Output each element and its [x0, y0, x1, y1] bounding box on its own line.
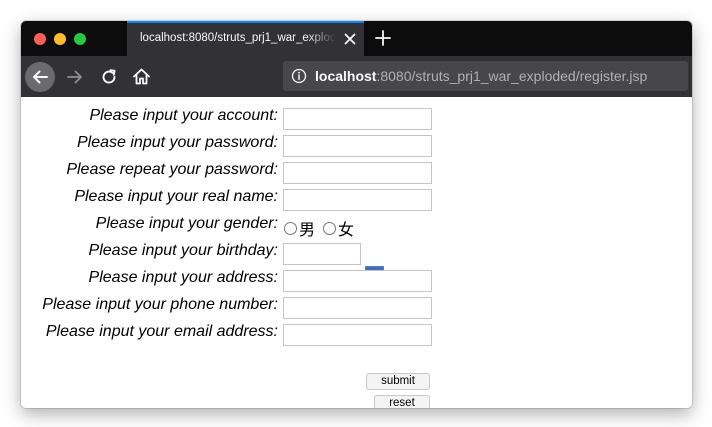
- address-label: Please input your address:: [88, 269, 278, 286]
- back-button[interactable]: [25, 62, 55, 92]
- home-icon[interactable]: [131, 66, 152, 87]
- minimize-window-button[interactable]: [54, 33, 66, 45]
- forward-arrow-icon[interactable]: [65, 67, 85, 87]
- close-icon[interactable]: [342, 31, 358, 47]
- page-content: Please input your account: Please input …: [21, 97, 692, 408]
- browser-window: localhost:8080/struts_prj1_war_exploded/…: [21, 21, 692, 408]
- submit-button[interactable]: submit: [366, 373, 430, 390]
- phone-input[interactable]: [283, 297, 432, 319]
- close-window-button[interactable]: [34, 33, 46, 45]
- url-host: localhost: [315, 68, 377, 84]
- birthday-label: Please input your birthday:: [88, 242, 278, 259]
- plus-icon[interactable]: [374, 29, 392, 47]
- repeat-password-input[interactable]: [283, 162, 432, 184]
- back-arrow-icon: [33, 70, 48, 84]
- phone-label: Please input your phone number:: [42, 296, 278, 313]
- url-text: localhost:8080/struts_prj1_war_exploded/…: [315, 68, 647, 84]
- url-bar[interactable]: localhost:8080/struts_prj1_war_exploded/…: [283, 61, 688, 91]
- reset-button[interactable]: reset: [374, 395, 430, 408]
- tab-title: localhost:8080/struts_prj1_war_exploded/…: [140, 32, 336, 44]
- repeat-password-label: Please repeat your password:: [66, 161, 278, 178]
- account-input[interactable]: [283, 108, 432, 130]
- zoom-window-button[interactable]: [74, 33, 86, 45]
- birthday-input[interactable]: [283, 243, 361, 265]
- email-label: Please input your email address:: [45, 323, 278, 340]
- url-path: :8080/struts_prj1_war_exploded/register.…: [376, 68, 648, 84]
- address-input[interactable]: [283, 270, 432, 292]
- tab-bar: localhost:8080/struts_prj1_war_exploded/…: [21, 21, 692, 56]
- real-name-label: Please input your real name:: [74, 188, 278, 205]
- password-label: Please input your password:: [77, 134, 278, 151]
- account-label: Please input your account:: [89, 107, 278, 124]
- email-input[interactable]: [283, 324, 432, 346]
- navigation-toolbar: localhost:8080/struts_prj1_war_exploded/…: [21, 56, 692, 97]
- reload-icon[interactable]: [99, 67, 119, 87]
- info-icon[interactable]: [291, 68, 307, 84]
- gender-radio-group: 男 女: [284, 217, 362, 239]
- real-name-input[interactable]: [283, 189, 432, 211]
- gender-female-label: 女: [338, 222, 355, 239]
- gender-label: Please input your gender:: [95, 215, 278, 232]
- gender-male-label: 男: [299, 222, 316, 239]
- gender-female-radio[interactable]: [323, 221, 337, 235]
- gender-male-radio[interactable]: [284, 221, 297, 235]
- password-input[interactable]: [283, 135, 432, 157]
- tab-active[interactable]: localhost:8080/struts_prj1_war_exploded/…: [127, 21, 364, 56]
